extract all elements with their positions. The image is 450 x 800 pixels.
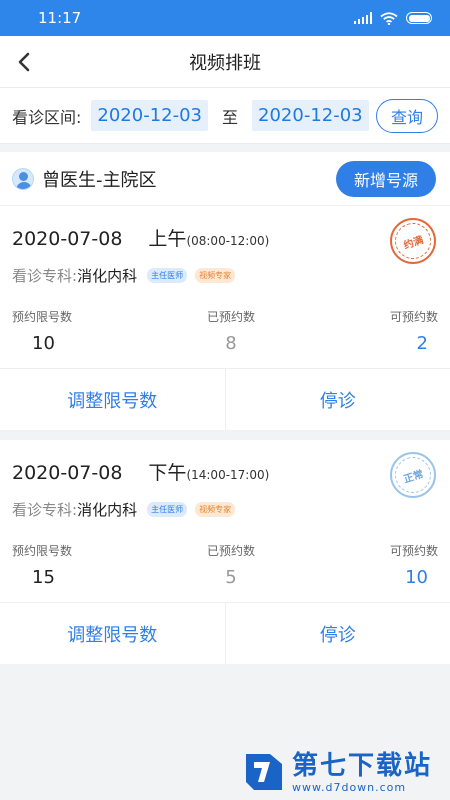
schedule-date: 2020-07-08 bbox=[12, 462, 123, 484]
stats-row: 预约限号数 15 已预约数 5 可预约数 10 bbox=[12, 542, 438, 588]
adjust-limit-button[interactable]: 调整限号数 bbox=[0, 603, 225, 664]
card-actions: 调整限号数 停诊 bbox=[0, 602, 450, 664]
expert-tag: 视频专家 bbox=[195, 268, 236, 283]
status-time: 11:17 bbox=[38, 9, 82, 27]
stat-label: 可预约数 bbox=[389, 310, 438, 324]
add-source-button[interactable]: 新增号源 bbox=[336, 160, 436, 197]
department-name: 消化内科 bbox=[77, 267, 138, 285]
signal-icon bbox=[354, 12, 372, 24]
stat-value: 10 bbox=[405, 567, 428, 588]
stat-available: 可预约数 10 bbox=[390, 542, 438, 588]
date-separator: 至 bbox=[222, 107, 239, 127]
status-stamp: 正常 bbox=[390, 452, 436, 498]
battery-icon bbox=[406, 12, 432, 24]
end-date-picker[interactable]: 2020-12-03 bbox=[252, 100, 369, 131]
adjust-limit-button[interactable]: 调整限号数 bbox=[0, 369, 225, 430]
schedule-period: 上午 bbox=[148, 228, 187, 250]
status-stamp: 约满 bbox=[390, 218, 436, 264]
nav-bar: 视频排班 bbox=[0, 36, 450, 88]
stat-value: 15 bbox=[32, 567, 55, 588]
stat-label: 预约限号数 bbox=[12, 310, 73, 324]
stat-limit: 预约限号数 10 bbox=[12, 308, 72, 354]
department-row: 看诊专科: 消化内科 主任医师 视频专家 bbox=[12, 499, 438, 520]
suspend-button[interactable]: 停诊 bbox=[224, 603, 450, 664]
watermark-text: 第七下载站 www.d7down.com bbox=[292, 751, 432, 794]
card-actions: 调整限号数 停诊 bbox=[0, 368, 450, 430]
stat-booked: 已预约数 8 bbox=[207, 308, 255, 354]
doctor-header: 曾医生-主院区 新增号源 bbox=[0, 152, 450, 206]
back-button[interactable] bbox=[10, 48, 38, 76]
status-icons bbox=[354, 11, 432, 25]
schedule-period: 下午 bbox=[148, 462, 187, 484]
stamp-text: 正常 bbox=[390, 452, 436, 498]
schedule-time-range: (14:00-17:00) bbox=[186, 468, 270, 482]
department-label: 看诊专科: bbox=[12, 501, 78, 519]
site-logo-icon bbox=[246, 754, 282, 790]
expert-tag: 视频专家 bbox=[195, 502, 236, 517]
date-filter: 看诊区间: 2020-12-03 至 2020-12-03 查询 bbox=[0, 88, 450, 144]
title-tag: 主任医师 bbox=[147, 268, 188, 283]
stat-limit: 预约限号数 15 bbox=[12, 542, 72, 588]
schedule-card: 约满 2020-07-08 上午 (08:00-12:00) 看诊专科: 消化内… bbox=[0, 206, 450, 430]
start-date-picker[interactable]: 2020-12-03 bbox=[91, 100, 209, 131]
department-name: 消化内科 bbox=[77, 501, 138, 519]
department-row: 看诊专科: 消化内科 主任医师 视频专家 bbox=[12, 265, 438, 286]
filter-label: 看诊区间: bbox=[12, 107, 82, 127]
schedule-header: 2020-07-08 上午 (08:00-12:00) bbox=[12, 206, 438, 251]
watermark-url: www.d7down.com bbox=[292, 780, 407, 794]
stat-label: 已预约数 bbox=[206, 544, 255, 558]
watermark-title: 第七下载站 bbox=[292, 750, 433, 781]
status-bar: 11:17 bbox=[0, 0, 450, 36]
site-watermark: 第七下载站 www.d7down.com bbox=[242, 744, 442, 800]
stat-label: 已预约数 bbox=[206, 310, 255, 324]
stat-label: 可预约数 bbox=[389, 544, 438, 558]
doctor-name: 曾医生-主院区 bbox=[42, 169, 157, 191]
suspend-button[interactable]: 停诊 bbox=[224, 369, 450, 430]
wifi-icon bbox=[380, 11, 398, 25]
doctor-avatar bbox=[12, 167, 34, 190]
department-label: 看诊专科: bbox=[12, 267, 78, 285]
stat-booked: 已预约数 5 bbox=[207, 542, 255, 588]
stats-row: 预约限号数 10 已预约数 8 可预约数 2 bbox=[12, 308, 438, 354]
chevron-left-icon bbox=[18, 52, 30, 72]
stat-value: 2 bbox=[416, 333, 428, 354]
page-title: 视频排班 bbox=[189, 52, 261, 74]
stamp-text: 约满 bbox=[390, 218, 436, 264]
schedule-card: 正常 2020-07-08 下午 (14:00-17:00) 看诊专科: 消化内… bbox=[0, 440, 450, 664]
stat-available: 可预约数 2 bbox=[390, 308, 438, 354]
schedule-time-range: (08:00-12:00) bbox=[186, 234, 270, 248]
stat-label: 预约限号数 bbox=[12, 544, 73, 558]
stat-value: 8 bbox=[225, 333, 237, 354]
title-tag: 主任医师 bbox=[147, 502, 188, 517]
stat-value: 5 bbox=[225, 567, 237, 588]
schedule-header: 2020-07-08 下午 (14:00-17:00) bbox=[12, 440, 438, 485]
query-button[interactable]: 查询 bbox=[376, 98, 438, 133]
stat-value: 10 bbox=[32, 333, 55, 354]
schedule-date: 2020-07-08 bbox=[12, 228, 123, 250]
